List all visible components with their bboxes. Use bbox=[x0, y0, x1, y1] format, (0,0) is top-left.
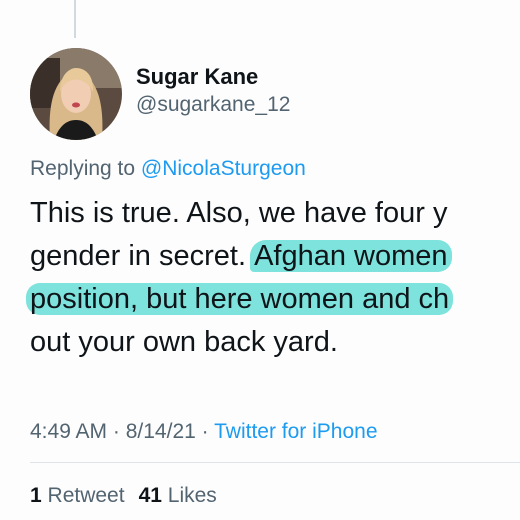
separator-dot: · bbox=[107, 420, 126, 443]
tweet-date[interactable]: 8/14/21 bbox=[126, 420, 196, 443]
likes-stat[interactable]: 41 Likes bbox=[139, 484, 217, 507]
replying-to: Replying to @NicolaSturgeon bbox=[30, 157, 306, 181]
tweet-time[interactable]: 4:49 AM bbox=[30, 420, 107, 443]
tweet-stats: 1 Retweet 41 Likes bbox=[30, 484, 217, 508]
tweet-screenshot: Sugar Kane @sugarkane_12 Replying to @Ni… bbox=[0, 0, 520, 520]
tweet-metadata: 4:49 AM · 8/14/21 · Twitter for iPhone bbox=[30, 420, 378, 444]
tweet-body: This is true. Also, we have four y gende… bbox=[26, 192, 520, 364]
tweet-line-2: gender in secret. Afghan women bbox=[30, 235, 520, 278]
retweets-count: 1 bbox=[30, 484, 42, 507]
tweet-line-3: position, but here women and ch bbox=[26, 278, 520, 321]
author-names: Sugar Kane @sugarkane_12 bbox=[136, 63, 290, 119]
tweet-line-2-text: gender in secret. bbox=[30, 240, 255, 272]
highlighted-text: Afghan women bbox=[250, 240, 452, 272]
tweet-line-4: out your own back yard. bbox=[30, 326, 338, 358]
thread-connector-line bbox=[74, 0, 76, 38]
avatar-photo-icon bbox=[30, 48, 122, 140]
user-handle[interactable]: @sugarkane_12 bbox=[136, 91, 290, 119]
display-name[interactable]: Sugar Kane bbox=[136, 63, 290, 91]
tweet-line-1: This is true. Also, we have four y bbox=[30, 197, 448, 229]
divider bbox=[30, 462, 520, 463]
tweet-source[interactable]: Twitter for iPhone bbox=[214, 420, 377, 443]
avatar[interactable] bbox=[30, 48, 122, 140]
retweets-stat[interactable]: 1 Retweet bbox=[30, 484, 125, 507]
likes-count: 41 bbox=[138, 484, 162, 507]
highlighted-text: position, but here women and ch bbox=[26, 283, 454, 315]
mention-link[interactable]: @NicolaSturgeon bbox=[141, 157, 306, 180]
separator-dot: · bbox=[195, 420, 215, 443]
tweet-header: Sugar Kane @sugarkane_12 bbox=[30, 48, 290, 140]
likes-label: Likes bbox=[167, 484, 217, 507]
retweets-label: Retweet bbox=[47, 484, 125, 507]
replying-to-label: Replying to bbox=[30, 157, 136, 180]
